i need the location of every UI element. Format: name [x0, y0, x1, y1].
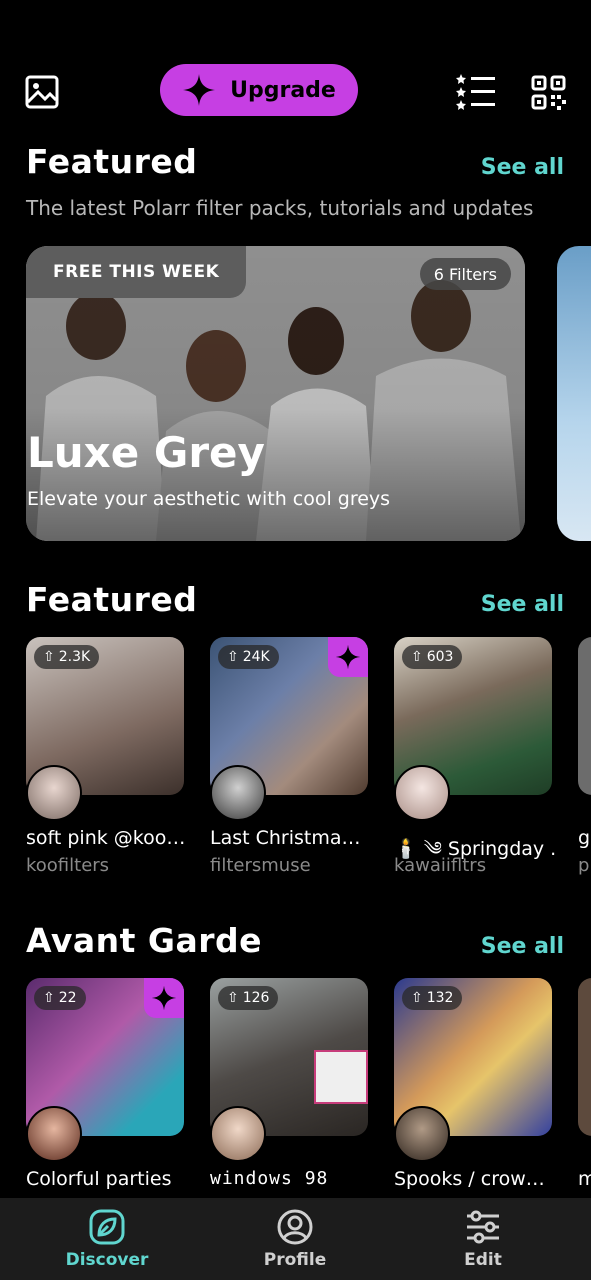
qr-code-icon[interactable] [530, 74, 566, 110]
avatar[interactable] [394, 1106, 450, 1162]
upgrade-label: Upgrade [230, 77, 336, 103]
avatar[interactable] [26, 1106, 82, 1162]
upgrade-button[interactable]: Upgrade [160, 64, 358, 116]
upload-icon: ⇧ [227, 990, 239, 1006]
filter-card-peek[interactable] [578, 637, 591, 795]
filter-title: Last Christma… [210, 827, 361, 849]
top-bar: Upgrade [0, 0, 591, 130]
nav-discover-label: Discover [65, 1250, 149, 1270]
nav-profile[interactable]: Profile [235, 1198, 355, 1280]
filter-title: windows 98 [210, 1168, 329, 1189]
filter-title: Spooks / crow… [394, 1168, 545, 1190]
download-count: ⇧ 2.3K [34, 645, 100, 669]
filter-title-peek: g [578, 827, 591, 849]
featured-packs-see-all[interactable]: See all [481, 155, 564, 180]
avatar[interactable] [394, 765, 450, 821]
avant-garde-see-all[interactable]: See all [481, 934, 564, 959]
filter-author[interactable]: filtersmuse [210, 855, 311, 876]
sparkle-icon [183, 74, 216, 106]
next-hero-card-peek[interactable] [557, 246, 591, 541]
featured-filters-title: Featured [26, 580, 198, 619]
premium-sparkle-icon [328, 637, 368, 677]
premium-sparkle-icon [144, 978, 184, 1018]
nav-discover[interactable]: Discover [47, 1198, 167, 1280]
nav-edit-label: Edit [464, 1250, 502, 1270]
filter-card-peek[interactable] [578, 978, 591, 1136]
download-count: ⇧ 126 [218, 986, 279, 1010]
avant-garde-title: Avant Garde [26, 921, 263, 960]
filter-title-peek: m [578, 1168, 591, 1190]
filters-count-pill: 6 Filters [419, 258, 511, 290]
filter-author[interactable]: koofilters [26, 855, 109, 876]
bottom-nav: Discover Profile Edit [0, 1198, 591, 1280]
sliders-icon [467, 1210, 499, 1244]
download-count: ⇧ 24K [218, 645, 279, 669]
download-count: ⇧ 132 [402, 986, 463, 1010]
upload-icon: ⇧ [411, 649, 423, 665]
profile-icon [277, 1209, 313, 1245]
filter-title: soft pink @koo… [26, 827, 186, 849]
image-icon[interactable] [24, 74, 60, 110]
avatar[interactable] [26, 765, 82, 821]
featured-packs-subtitle: The latest Polarr filter packs, tutorial… [26, 196, 534, 220]
hero-subtitle: Elevate your aesthetic with cool greys [27, 488, 391, 510]
featured-packs-title: Featured [26, 142, 198, 181]
download-count: ⇧ 22 [34, 986, 86, 1010]
starred-list-icon[interactable] [456, 72, 496, 112]
window-graphic [314, 1050, 368, 1104]
filter-author[interactable]: kawaiifltrs [394, 855, 486, 876]
nav-profile-label: Profile [263, 1250, 327, 1270]
avatar[interactable] [210, 1106, 266, 1162]
nav-edit[interactable]: Edit [423, 1198, 543, 1280]
free-this-week-tag: FREE THIS WEEK [26, 246, 247, 298]
avatar[interactable] [210, 765, 266, 821]
filter-author-peek: p [578, 855, 590, 876]
compass-leaf-icon [89, 1209, 125, 1245]
upload-icon: ⇧ [43, 649, 55, 665]
upload-icon: ⇧ [227, 649, 239, 665]
featured-filters-see-all[interactable]: See all [481, 592, 564, 617]
download-count: ⇧ 603 [402, 645, 463, 669]
upload-icon: ⇧ [43, 990, 55, 1006]
hero-title: Luxe Grey [27, 428, 265, 477]
filter-title: Colorful parties [26, 1168, 172, 1190]
upload-icon: ⇧ [411, 990, 423, 1006]
